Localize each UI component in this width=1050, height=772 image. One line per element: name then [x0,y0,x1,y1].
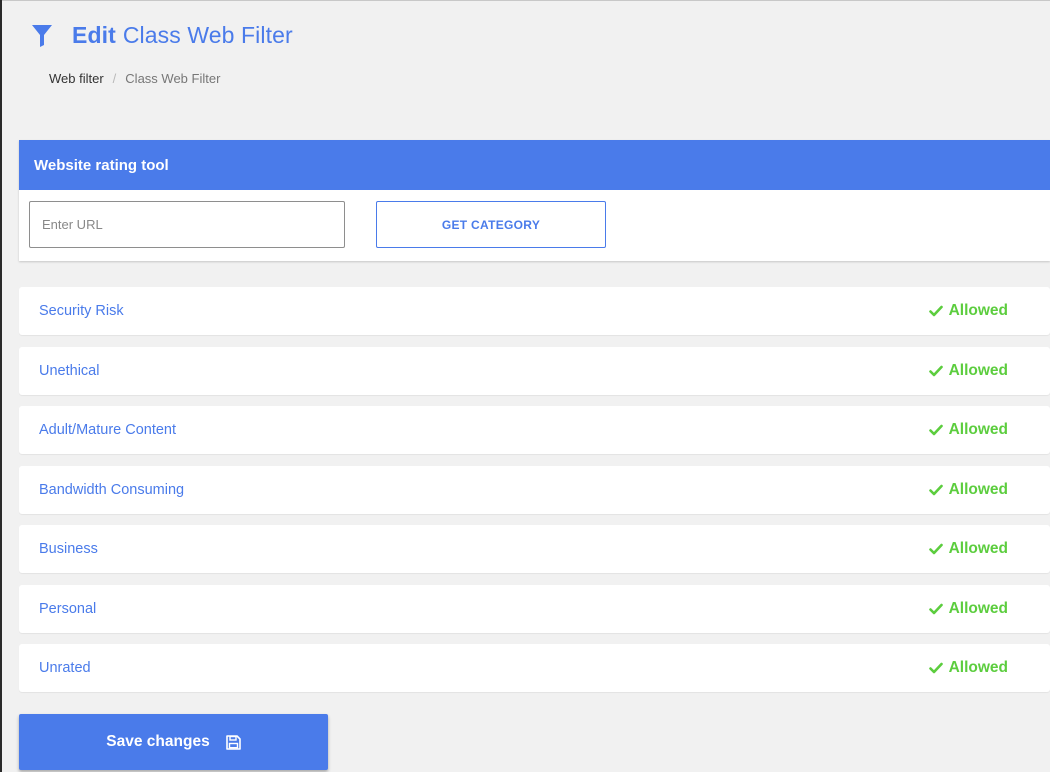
breadcrumb-item-web-filter[interactable]: Web filter [49,71,104,86]
category-row[interactable]: Personal Allowed [19,584,1050,633]
breadcrumb-item-current: Class Web Filter [125,71,221,86]
window-left-border [0,0,2,772]
category-status-label: Allowed [948,302,1008,319]
website-rating-tool-card: Website rating tool GET CATEGORY [19,140,1050,261]
category-row[interactable]: Security Risk Allowed [19,287,1050,335]
breadcrumb: Web filter / Class Web Filter [49,71,220,86]
category-status-label: Allowed [948,480,1008,498]
category-status[interactable]: Allowed [928,480,1008,499]
check-icon [928,662,943,674]
get-category-button[interactable]: GET CATEGORY [376,201,606,248]
check-icon [928,484,943,495]
check-icon [928,543,943,555]
category-status-label: Allowed [948,659,1008,676]
check-icon [928,305,943,317]
save-changes-button[interactable]: Save changes [19,714,328,770]
category-status[interactable]: Allowed [928,659,1008,677]
category-name[interactable]: Personal [39,601,96,617]
category-name[interactable]: Security Risk [39,303,124,319]
category-status-label: Allowed [948,540,1008,557]
page-title-action: Edit [72,22,116,48]
category-status-label: Allowed [948,599,1008,617]
category-name[interactable]: Bandwidth Consuming [39,482,184,498]
category-row[interactable]: Business Allowed [19,525,1050,573]
category-status[interactable]: Allowed [928,599,1008,618]
page-title: Edit Class Web Filter [72,22,293,49]
category-row[interactable]: Unrated Allowed [19,644,1050,692]
save-changes-label: Save changes [106,733,210,750]
check-icon [928,424,943,436]
category-name[interactable]: Unethical [39,363,99,379]
floppy-disk-icon [225,734,241,750]
category-status-label: Allowed [948,361,1008,379]
category-status[interactable]: Allowed [928,421,1008,439]
category-status[interactable]: Allowed [928,361,1008,380]
window-top-border [0,0,1050,1]
category-status-label: Allowed [948,421,1008,438]
category-status[interactable]: Allowed [928,302,1008,320]
category-status[interactable]: Allowed [928,540,1008,558]
breadcrumb-separator: / [112,71,117,86]
check-icon [928,603,943,614]
filter-icon [32,24,52,47]
category-name[interactable]: Business [39,541,98,557]
check-icon [928,365,943,376]
category-name[interactable]: Unrated [39,660,91,676]
category-row[interactable]: Bandwidth Consuming Allowed [19,465,1050,514]
category-row[interactable]: Unethical Allowed [19,346,1050,395]
category-name[interactable]: Adult/Mature Content [39,422,176,438]
category-list: Security Risk Allowed Unethical Allowed Adul… [19,287,1050,704]
page-header: Edit Class Web Filter [32,22,293,49]
page-title-text: Class Web Filter [122,22,293,48]
category-row[interactable]: Adult/Mature Content Allowed [19,406,1050,454]
url-input[interactable] [29,201,345,248]
rating-tool-title: Website rating tool [19,140,1050,190]
